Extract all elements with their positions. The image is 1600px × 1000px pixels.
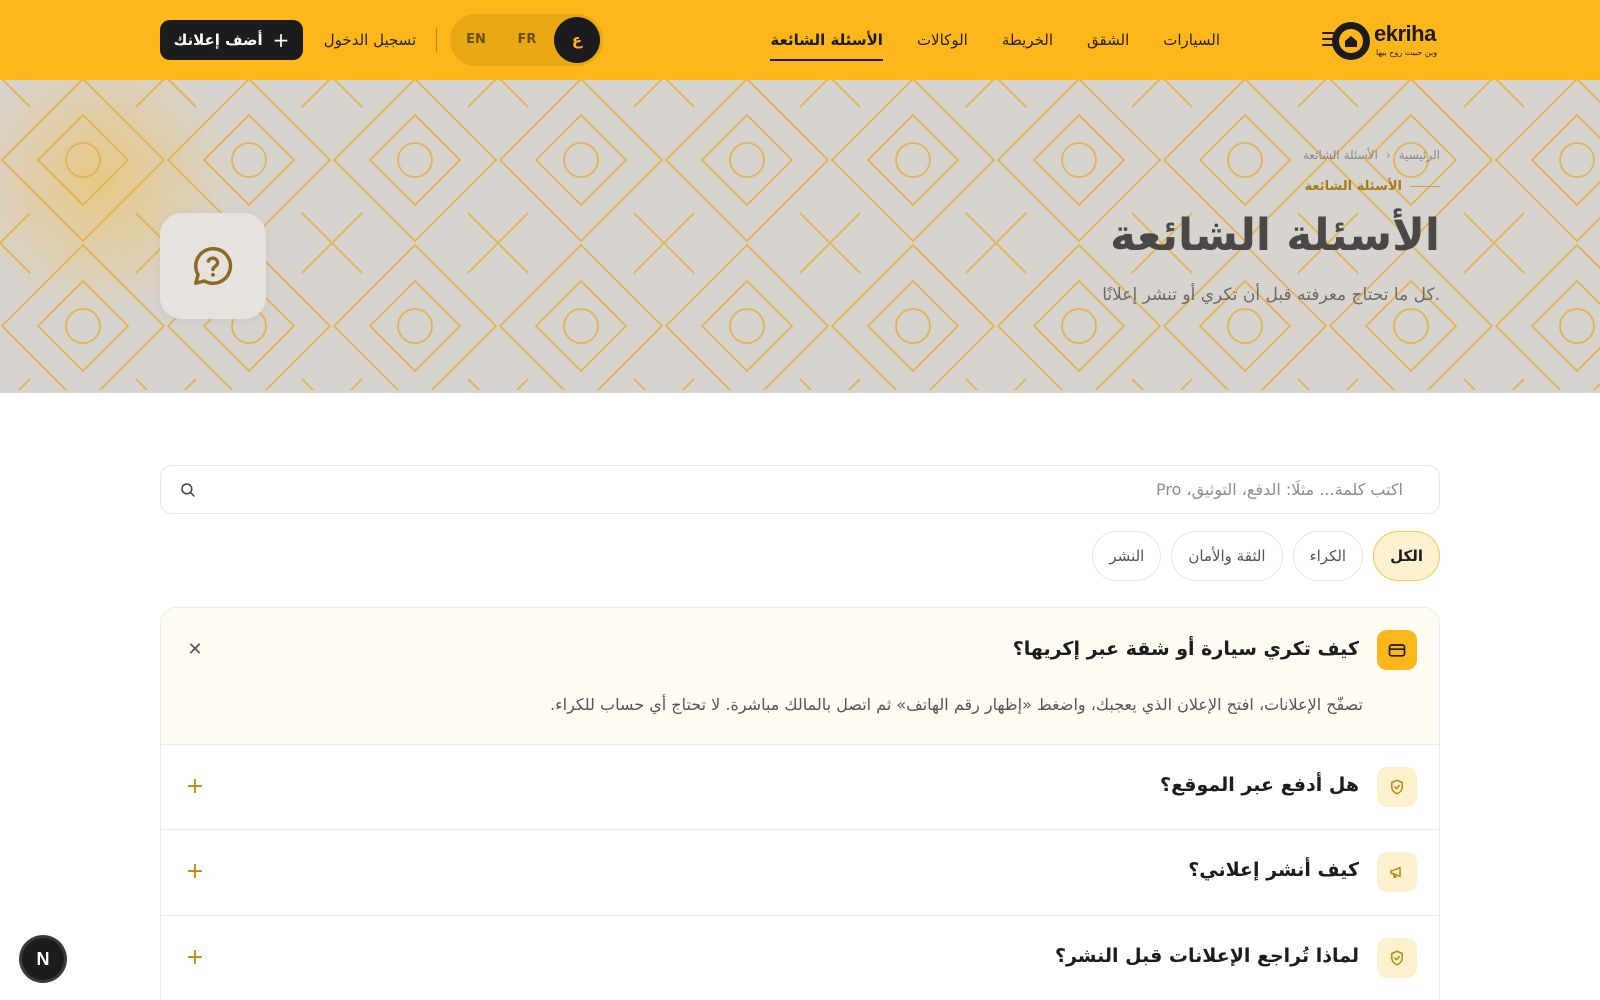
brand-tagline: وين حبيت روح بيها: [1376, 48, 1438, 57]
plus-icon[interactable]: +: [183, 946, 207, 970]
faq-item[interactable]: كيف أنشر إعلاني؟ +: [161, 830, 1439, 916]
faq-question[interactable]: كيف أنشر إعلاني؟: [1188, 859, 1359, 881]
lang-option-en[interactable]: EN: [456, 14, 496, 66]
breadcrumb-current: الأسئلة الشائعة: [1302, 148, 1378, 162]
faq-question[interactable]: هل أدفع عبر الموقع؟: [1160, 774, 1359, 796]
faq-question[interactable]: كيف تكري سيارة أو شقة عبر إكريها؟: [1013, 638, 1359, 660]
hero-badge: [160, 213, 266, 319]
filter-chip-renting[interactable]: الكراء: [1292, 531, 1364, 581]
shield-icon: [1377, 767, 1417, 807]
plus-icon: +: [272, 28, 290, 52]
shield-icon: [1377, 938, 1417, 978]
filter-chip-all[interactable]: الكل: [1373, 531, 1440, 581]
header-divider: [436, 28, 437, 52]
login-link[interactable]: تسجيل الدخول: [314, 0, 426, 80]
nav-item-faq[interactable]: الأسئلة الشائعة: [770, 0, 883, 80]
faq-item[interactable]: هل أدفع عبر الموقع؟ +: [161, 745, 1439, 830]
card-icon: [1377, 630, 1417, 670]
breadcrumb-separator: ›: [1385, 148, 1391, 162]
add-listing-button[interactable]: + أضف إعلانك: [160, 20, 303, 60]
search-icon[interactable]: [179, 481, 197, 499]
add-listing-label: أضف إعلانك: [173, 31, 263, 49]
faq-question[interactable]: لماذا تُراجع الإعلانات قبل النشر؟: [1055, 945, 1359, 967]
faq-search-input[interactable]: [211, 466, 1411, 513]
lang-option-ar[interactable]: ع: [554, 17, 600, 63]
faq-answer: تصفّح الإعلانات، افتح الإعلان الذي يعجبك…: [550, 695, 1363, 714]
nav-item-agencies[interactable]: الوكالات: [917, 0, 968, 80]
page-subtitle: كل ما تحتاج معرفته قبل أن تكري أو تنشر إ…: [1102, 285, 1440, 305]
logo-house-icon: [1332, 22, 1370, 60]
hero-eyebrow: الأسئلة الشائعة: [1150, 179, 1440, 194]
hero-banner: الرئيسية › الأسئلة الشائعة الأسئلة الشائ…: [0, 80, 1600, 393]
brand-name: ekriha: [1374, 21, 1436, 46]
plus-icon[interactable]: +: [183, 860, 207, 884]
faq-item[interactable]: لماذا تُراجع الإعلانات قبل النشر؟ +: [161, 916, 1439, 1000]
main-nav: السيارات الشقق الخريطة الوكالات الأسئلة …: [700, 0, 1220, 80]
nav-item-cars[interactable]: السيارات: [1163, 0, 1220, 80]
filter-chip-publishing[interactable]: النشر: [1092, 531, 1162, 581]
language-switcher: EN FR ع: [450, 14, 603, 66]
filter-chip-trust-safety[interactable]: الثقة والأمان: [1171, 531, 1283, 581]
eyebrow-text: الأسئلة الشائعة: [1304, 179, 1403, 194]
close-icon[interactable]: ✕: [183, 638, 207, 662]
faq-item[interactable]: كيف تكري سيارة أو شقة عبر إكريها؟ ✕ تصفّ…: [161, 608, 1439, 745]
breadcrumb: الرئيسية › الأسئلة الشائعة: [1180, 148, 1440, 162]
megaphone-icon: [1377, 852, 1417, 892]
question-chat-icon: [194, 247, 233, 285]
eyebrow-line: [1410, 186, 1440, 187]
lang-option-fr[interactable]: FR: [507, 14, 547, 66]
dev-tools-button[interactable]: N: [22, 938, 64, 980]
breadcrumb-home[interactable]: الرئيسية: [1399, 148, 1440, 162]
plus-icon[interactable]: +: [183, 775, 207, 799]
brand-logo[interactable]: ekriha وين حبيت روح بيها: [1322, 20, 1442, 62]
top-header: ekriha وين حبيت روح بيها السيارات الشقق …: [0, 0, 1600, 80]
faq-category-filters: الكل الكراء الثقة والأمان النشر: [160, 531, 1440, 581]
nav-item-apartments[interactable]: الشقق: [1087, 0, 1129, 80]
nav-item-map[interactable]: الخريطة: [1002, 0, 1053, 80]
page-title: الأسئلة الشائعة: [1110, 210, 1440, 261]
faq-accordion: كيف تكري سيارة أو شقة عبر إكريها؟ ✕ تصفّ…: [160, 607, 1440, 1000]
faq-search-box: [160, 465, 1440, 514]
